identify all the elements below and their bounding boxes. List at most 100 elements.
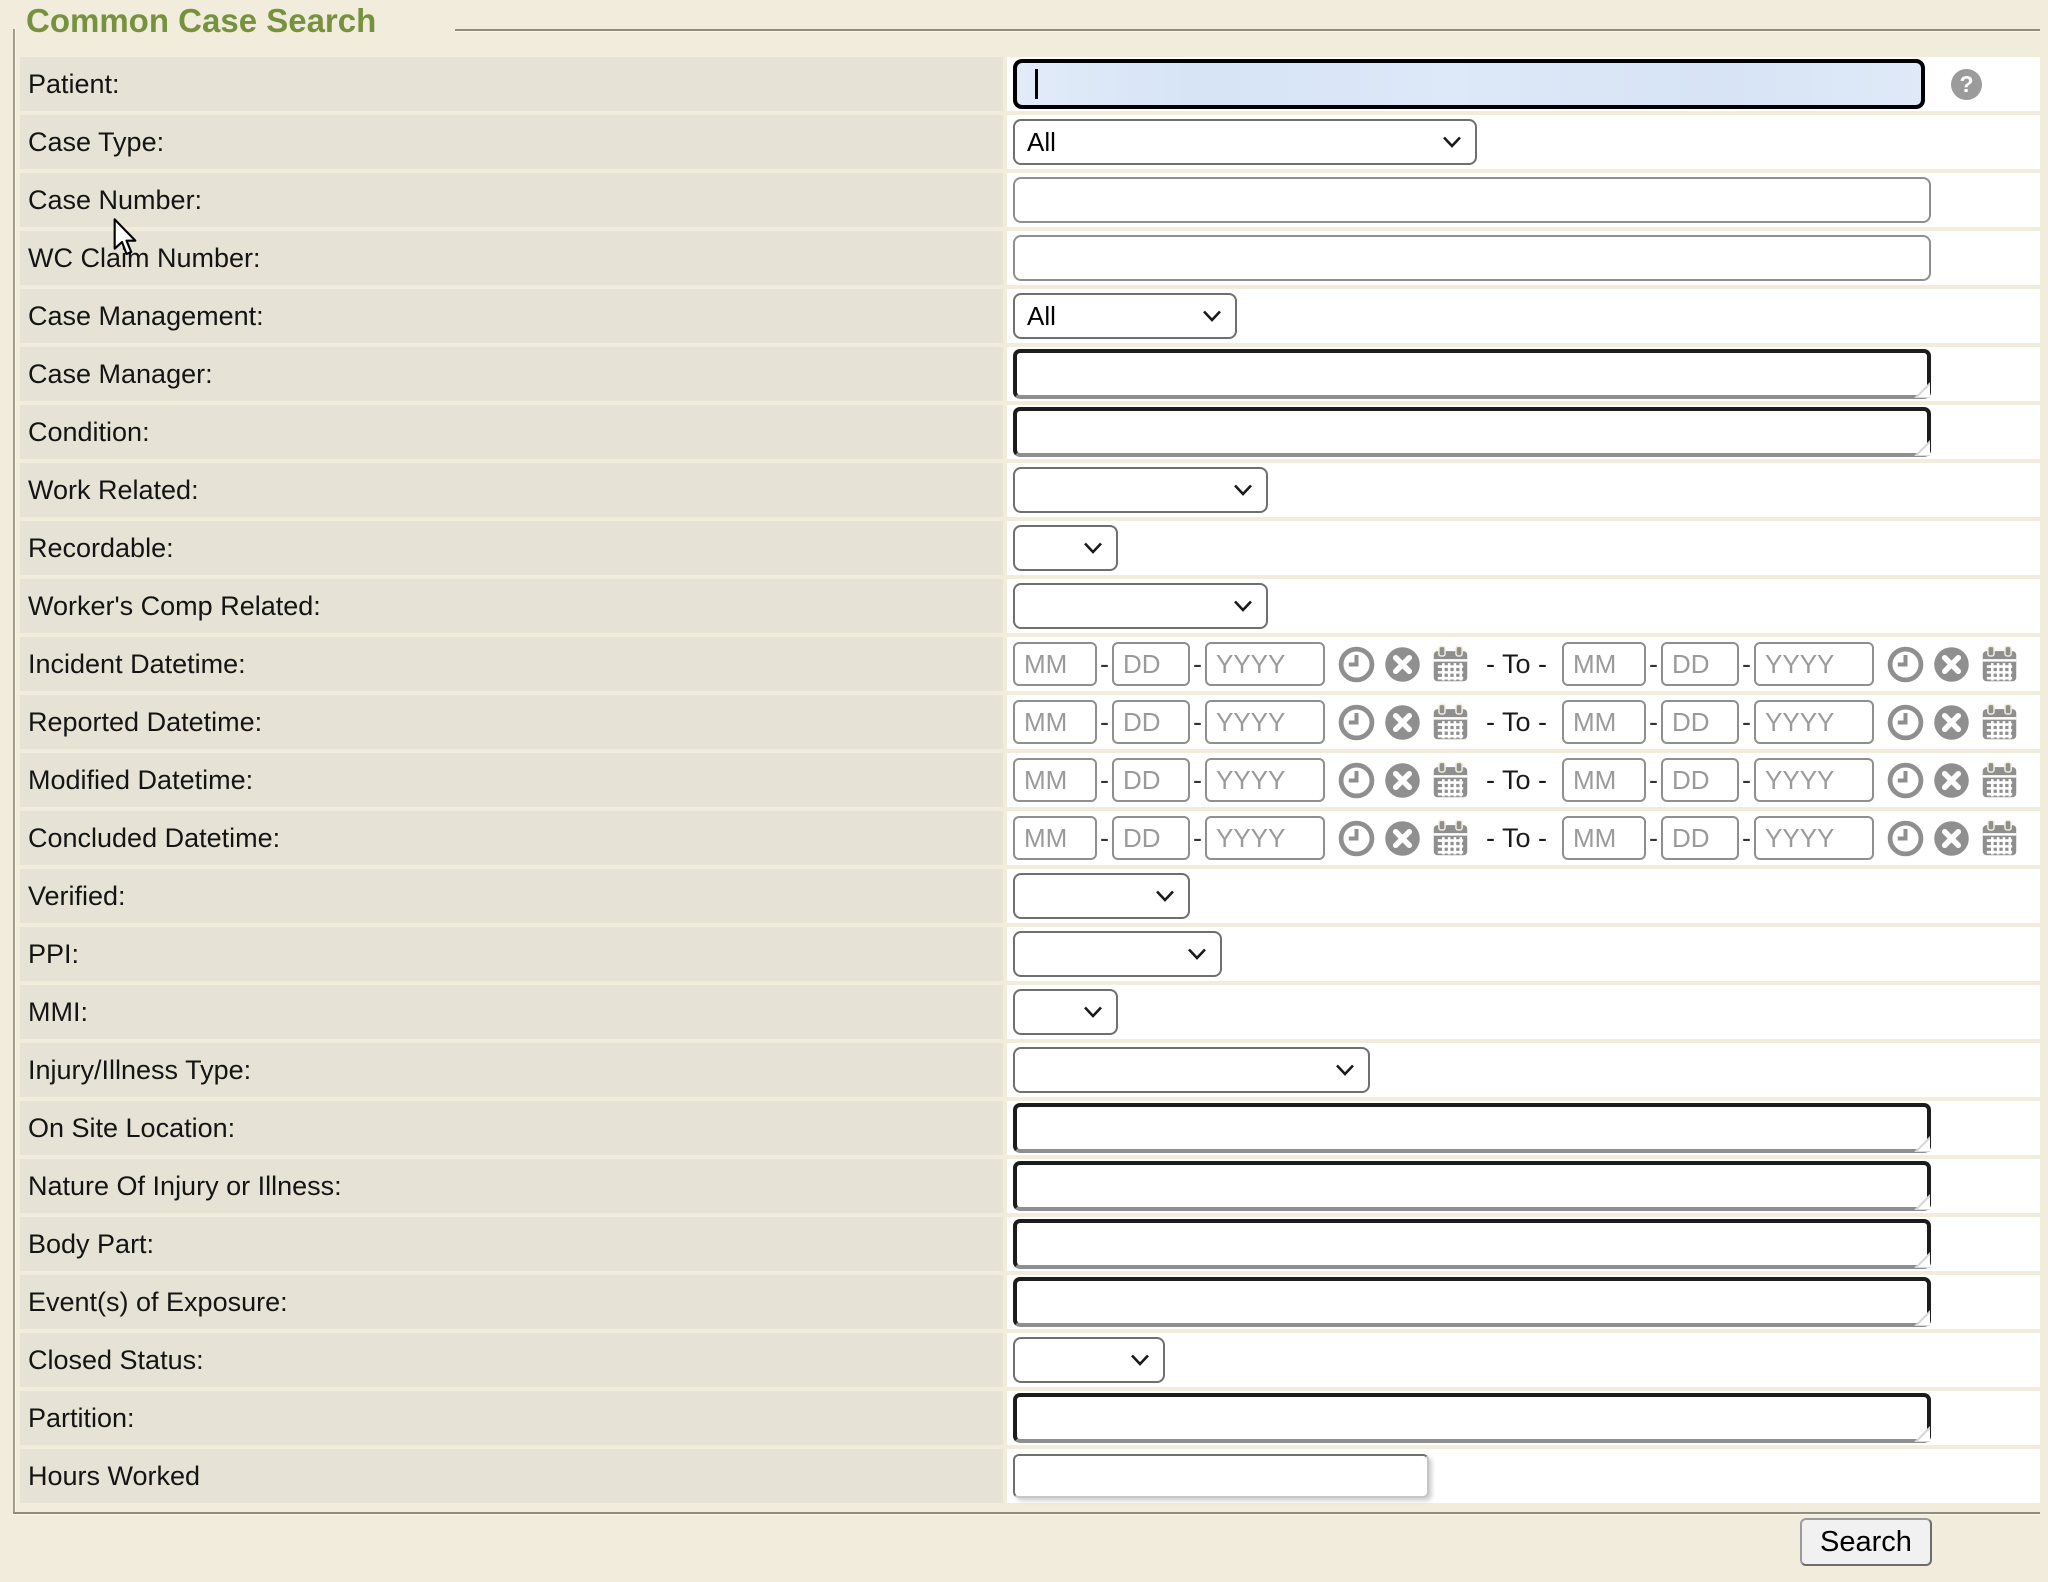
patient-input[interactable] [1013, 59, 1925, 109]
concluded-datetime-to-day-input[interactable] [1661, 816, 1739, 860]
label-cell-concluded-datetime: Concluded Datetime: [20, 811, 1003, 865]
time-icon[interactable] [1887, 704, 1924, 741]
clear-icon[interactable] [1384, 646, 1421, 683]
mmi-select[interactable] [1013, 989, 1118, 1035]
chevron-down-icon [1334, 1063, 1356, 1077]
calendar-icon[interactable] [1979, 702, 2020, 743]
clear-icon[interactable] [1933, 820, 1970, 857]
incident-datetime-to-day-input[interactable] [1661, 642, 1739, 686]
time-icon[interactable] [1887, 762, 1924, 799]
time-icon[interactable] [1338, 820, 1375, 857]
calendar-icon[interactable] [1430, 702, 1471, 743]
field-label-case-manager: Case Manager: [28, 359, 213, 390]
field-label-workers-comp-related: Worker's Comp Related: [28, 591, 321, 622]
fieldset-left-border [13, 29, 15, 1514]
modified-datetime-from-year-input[interactable] [1205, 758, 1325, 802]
range-to-separator: - To - [1486, 649, 1547, 680]
reported-datetime-from-month-input[interactable] [1013, 700, 1097, 744]
incident-datetime-to-year-input[interactable] [1754, 642, 1874, 686]
hours-worked-input[interactable] [1013, 1454, 1429, 1498]
value-cell-mmi [1007, 985, 2040, 1039]
incident-datetime-from-month-input[interactable] [1013, 642, 1097, 686]
field-label-verified: Verified: [28, 881, 126, 912]
reported-datetime-from-day-input[interactable] [1112, 700, 1190, 744]
clear-icon[interactable] [1384, 820, 1421, 857]
value-cell-incident-datetime: --- To --- [1007, 637, 2040, 691]
field-label-reported-datetime: Reported Datetime: [28, 707, 262, 738]
verified-select[interactable] [1013, 873, 1190, 919]
time-icon[interactable] [1887, 820, 1924, 857]
page-title: Common Case Search [26, 2, 376, 40]
on-site-location-input[interactable] [1013, 1103, 1931, 1153]
value-cell-on-site-location [1007, 1101, 2040, 1155]
clear-icon[interactable] [1933, 646, 1970, 683]
concluded-datetime-from-month-input[interactable] [1013, 816, 1097, 860]
reported-datetime-from-year-input[interactable] [1205, 700, 1325, 744]
incident-datetime-from-year-input[interactable] [1205, 642, 1325, 686]
concluded-datetime-from-day-input[interactable] [1112, 816, 1190, 860]
closed-status-select[interactable] [1013, 1337, 1165, 1383]
label-cell-mmi: MMI: [20, 985, 1003, 1039]
on-site-location-autocomplete-wrap [1013, 1103, 1931, 1153]
modified-datetime-to-day-input[interactable] [1661, 758, 1739, 802]
value-cell-ppi [1007, 927, 2040, 981]
injury-illness-type-select[interactable] [1013, 1047, 1370, 1093]
form-row-closed-status: Closed Status: [20, 1333, 2040, 1387]
field-label-mmi: MMI: [28, 997, 88, 1028]
incident-datetime-to-month-input[interactable] [1562, 642, 1646, 686]
calendar-icon[interactable] [1430, 760, 1471, 801]
nature-of-injury-or-illness-autocomplete-wrap [1013, 1161, 1931, 1211]
clear-icon[interactable] [1933, 704, 1970, 741]
concluded-datetime-to-month-input[interactable] [1562, 816, 1646, 860]
value-cell-partition [1007, 1391, 2040, 1445]
calendar-icon[interactable] [1430, 818, 1471, 859]
resize-corner [1914, 1194, 1930, 1210]
modified-datetime-from-month-input[interactable] [1013, 758, 1097, 802]
chevron-down-icon [1441, 135, 1463, 149]
modified-datetime-to-month-input[interactable] [1562, 758, 1646, 802]
time-icon[interactable] [1338, 704, 1375, 741]
ppi-select[interactable] [1013, 931, 1222, 977]
incident-datetime-from-day-input[interactable] [1112, 642, 1190, 686]
value-cell-reported-datetime: --- To --- [1007, 695, 2040, 749]
search-button[interactable]: Search [1800, 1518, 1932, 1566]
clear-icon[interactable] [1384, 762, 1421, 799]
recordable-select[interactable] [1013, 525, 1118, 571]
calendar-icon[interactable] [1979, 818, 2020, 859]
clear-icon[interactable] [1933, 762, 1970, 799]
date-separator-dash: - [1649, 707, 1658, 738]
modified-datetime-from-day-input[interactable] [1112, 758, 1190, 802]
wc-claim-number-input[interactable] [1013, 235, 1931, 281]
reported-datetime-to-year-input[interactable] [1754, 700, 1874, 744]
case-management-selected-value: All [1027, 301, 1056, 332]
time-icon[interactable] [1338, 762, 1375, 799]
concluded-datetime-to-year-input[interactable] [1754, 816, 1874, 860]
calendar-icon[interactable] [1979, 760, 2020, 801]
body-part-input[interactable] [1013, 1219, 1931, 1269]
clear-icon[interactable] [1384, 704, 1421, 741]
partition-input[interactable] [1013, 1393, 1931, 1443]
nature-of-injury-or-illness-input[interactable] [1013, 1161, 1931, 1211]
calendar-icon[interactable] [1430, 644, 1471, 685]
reported-datetime-to-month-input[interactable] [1562, 700, 1646, 744]
work-related-select[interactable] [1013, 467, 1268, 513]
workers-comp-related-select[interactable] [1013, 583, 1268, 629]
case-manager-input[interactable] [1013, 349, 1931, 399]
condition-input[interactable] [1013, 407, 1931, 457]
case-management-select[interactable]: All [1013, 293, 1237, 339]
case-number-input[interactable] [1013, 177, 1931, 223]
value-cell-wc-claim-number [1007, 231, 2040, 285]
reported-datetime-to-day-input[interactable] [1661, 700, 1739, 744]
calendar-icon[interactable] [1979, 644, 2020, 685]
form-row-injury-illness-type: Injury/Illness Type: [20, 1043, 2040, 1097]
help-icon[interactable]: ? [1951, 69, 1982, 100]
events-of-exposure-input[interactable] [1013, 1277, 1931, 1327]
time-icon[interactable] [1338, 646, 1375, 683]
time-icon[interactable] [1887, 646, 1924, 683]
case-type-select[interactable]: All [1013, 119, 1477, 165]
field-label-ppi: PPI: [28, 939, 79, 970]
concluded-datetime-from-year-input[interactable] [1205, 816, 1325, 860]
value-cell-injury-illness-type [1007, 1043, 2040, 1097]
form-row-reported-datetime: Reported Datetime: --- To --- [20, 695, 2040, 749]
modified-datetime-to-year-input[interactable] [1754, 758, 1874, 802]
